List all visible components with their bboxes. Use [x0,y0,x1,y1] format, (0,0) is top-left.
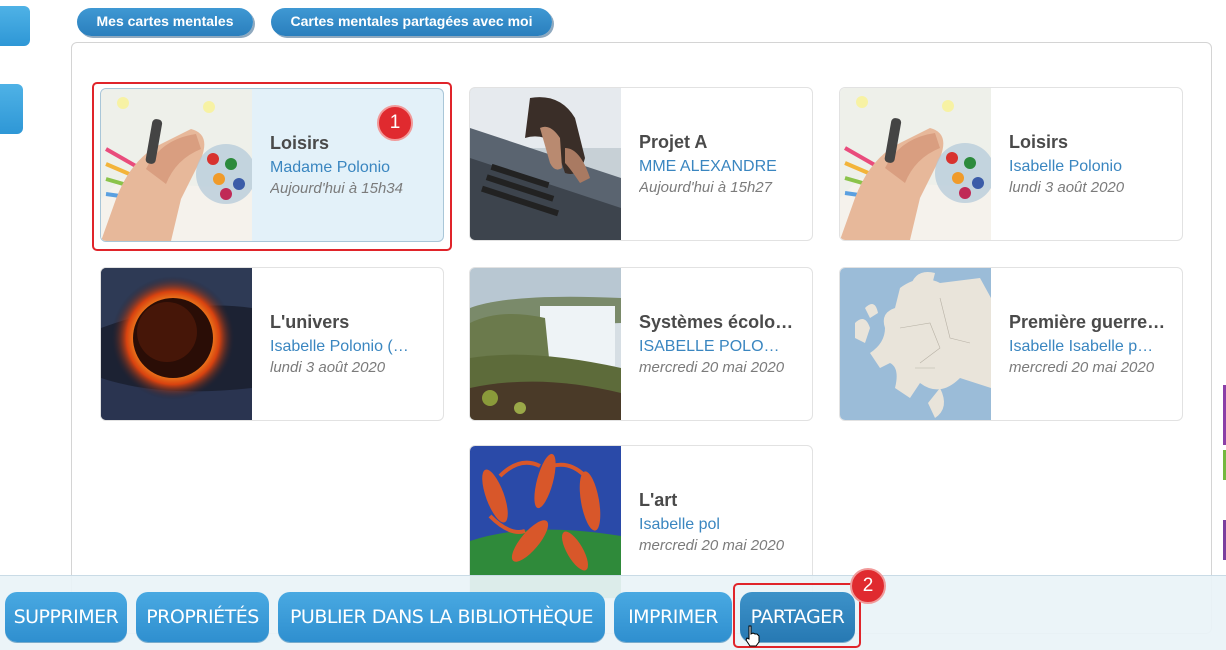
card-author: Isabelle Isabelle p… [1009,338,1154,355]
card-author: MME ALEXANDRE [639,158,777,175]
card-title: Loisirs [1009,132,1069,152]
step-badge-1: 1 [377,105,413,141]
card-date: mercredi 20 mai 2020 [1009,359,1155,376]
tab-shared-maps[interactable]: Cartes mentales partagées avec moi [271,8,552,36]
solar-eclipse-image [101,268,252,420]
card-title: L'univers [270,312,350,332]
card-title: Première guerre … [1009,312,1169,332]
card-author: ISABELLE POLO… [639,338,780,355]
card-author: Isabelle Polonio [1009,158,1122,175]
card-date: lundi 3 août 2020 [1009,179,1125,196]
step-badge-2: 2 [850,568,886,604]
side-button-second[interactable] [0,84,23,134]
properties-button[interactable]: PROPRIÉTÉS [136,592,269,642]
laptop-typing-image [470,88,621,240]
card-title: L'art [639,490,678,510]
side-button-top[interactable] [0,6,30,46]
tab-my-maps[interactable]: Mes cartes mentales [77,8,253,36]
card-date: Aujourd'hui à 15h27 [639,179,772,196]
waterfall-image [470,268,621,420]
map-card[interactable]: Loisirs Isabelle Polonio lundi 3 août 20… [839,87,1183,241]
map-card[interactable]: L'univers Isabelle Polonio (… lundi 3 ao… [100,267,444,421]
map-card[interactable]: Projet A MME ALEXANDRE Aujourd'hui à 15h… [469,87,813,241]
card-title: Systèmes écolo… [639,312,794,332]
card-title: Projet A [639,132,708,152]
delete-button[interactable]: SUPPRIMER [5,592,127,642]
publish-library-button[interactable]: PUBLIER DANS LA BIBLIOTHÈQUE [278,592,605,642]
map-card[interactable]: Première guerre … Isabelle Isabelle p… m… [839,267,1183,421]
map-card[interactable]: Systèmes écolo… ISABELLE POLO… mercredi … [469,267,813,421]
card-author: Isabelle pol [639,516,720,533]
print-button[interactable]: IMPRIMER [614,592,732,642]
card-author: Isabelle Polonio (… [270,338,409,355]
hand-cursor-icon [745,625,760,647]
card-date: mercredi 20 mai 2020 [639,537,785,554]
child-drawing-image [840,88,991,240]
europe-map-image [840,268,991,420]
card-date: mercredi 20 mai 2020 [639,359,785,376]
card-date: lundi 3 août 2020 [270,359,386,376]
